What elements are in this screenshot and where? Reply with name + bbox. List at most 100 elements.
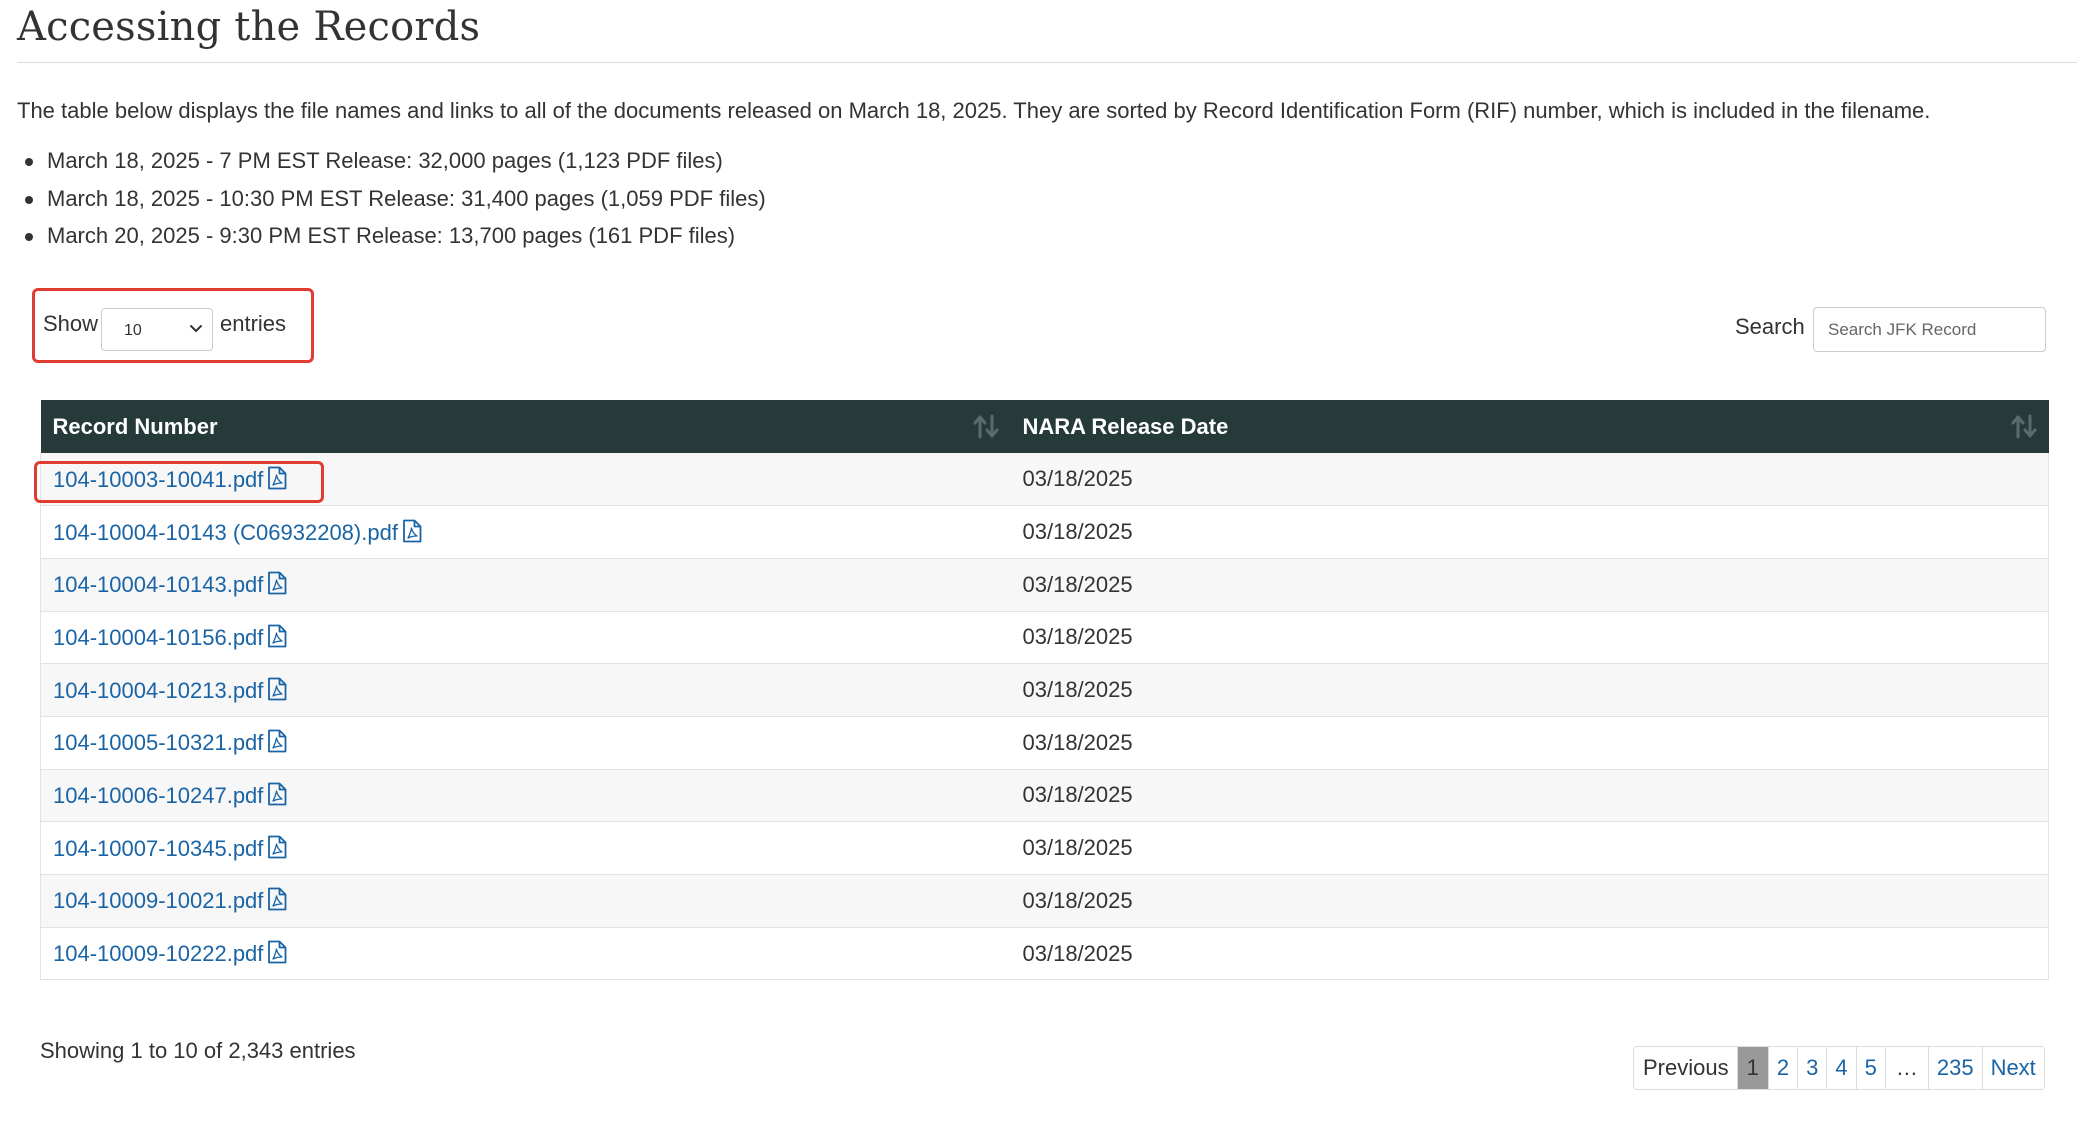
release-text: March 18, 2025 - 10:30 PM EST Release: 3… [47,185,766,211]
pdf-file-icon [268,571,287,595]
pdf-file-icon [268,887,287,911]
intro-text: The table below displays the file names … [17,98,1931,123]
record-link-text: 104-10004-10143.pdf [53,572,264,598]
page-title: Accessing the Records [17,4,481,50]
table-row: 104-10005-10321.pdf 03/18/2025 [40,716,2049,770]
date-cell: 03/18/2025 [1010,453,2049,507]
record-link-text: 104-10009-10021.pdf [53,888,264,914]
pdf-file-icon [403,519,422,542]
chevron-down-icon [190,325,202,332]
record-link-text: 104-10003-10041.pdf [53,466,264,492]
pdf-file-icon [268,729,287,753]
record-cell: 104-10004-10143 (C06932208).pdf [40,505,1011,559]
record-link[interactable]: 104-10009-10021.pdf [53,887,288,914]
record-link-text: 104-10004-10143 (C06932208).pdf [53,519,398,545]
pdf-file-icon [268,677,287,700]
record-link[interactable]: 104-10009-10222.pdf [53,940,288,967]
bullet-icon [25,158,33,166]
release-list: March 18, 2025 - 7 PM EST Release: 32,00… [0,142,766,255]
record-cell: 104-10009-10222.pdf [40,927,1011,981]
record-link[interactable]: 104-10004-10213.pdf [53,677,288,703]
table-row: 104-10006-10247.pdf 03/18/2025 [40,769,2049,823]
entries-select-value: 10 [124,322,142,339]
table-row: 104-10003-10041.pdf 03/18/2025 [40,453,2049,507]
date-cell: 03/18/2025 [1010,505,2049,559]
bullet-icon [25,233,33,241]
page-button-last[interactable]: 235 [1927,1047,1982,1089]
sort-icon [2011,414,2036,439]
record-link-text: 104-10004-10213.pdf [53,677,264,703]
page-button-2[interactable]: 2 [1767,1047,1798,1089]
record-link-text: 104-10005-10321.pdf [53,730,264,756]
column-header-label: Record Number [52,413,218,439]
table-row: 104-10009-10021.pdf 03/18/2025 [40,874,2049,928]
record-cell: 104-10004-10143.pdf [40,558,1011,612]
table-row: 104-10004-10213.pdf 03/18/2025 [40,663,2049,717]
record-link[interactable]: 104-10005-10321.pdf [53,729,288,756]
column-header-label: NARA Release Date [1022,413,1229,439]
page-button-5[interactable]: 5 [1855,1047,1885,1089]
record-link-text: 104-10009-10222.pdf [53,941,264,967]
date-cell: 03/18/2025 [1010,663,2049,717]
record-cell: 104-10006-10247.pdf [40,769,1011,823]
table-row: 104-10009-10222.pdf 03/18/2025 [40,927,2049,981]
record-cell: 104-10009-10021.pdf [40,874,1011,928]
record-link[interactable]: 104-10004-10143.pdf [53,571,288,598]
release-item: March 20, 2025 - 9:30 PM EST Release: 13… [0,217,766,255]
next-page-button[interactable]: Next [1981,1047,2044,1089]
date-cell: 03/18/2025 [1010,821,2049,875]
page-button-1[interactable]: 1 [1736,1047,1768,1089]
page-button-3[interactable]: 3 [1797,1047,1827,1089]
table-row: 104-10007-10345.pdf 03/18/2025 [40,821,2049,875]
record-cell: 104-10005-10321.pdf [40,716,1011,770]
search-label: Search [1735,314,1805,339]
record-link[interactable]: 104-10003-10041.pdf [53,466,288,492]
column-header-record-number[interactable]: Record Number [40,400,1011,453]
page: Accessing the Records The table below di… [0,0,2084,1144]
date-cell: 03/18/2025 [1010,769,2049,823]
search-input[interactable] [1813,307,2046,352]
title-divider [17,62,2077,63]
sort-icon [973,414,998,439]
pdf-file-icon [268,466,287,489]
record-cell: 104-10004-10213.pdf [40,663,1011,717]
record-link[interactable]: 104-10004-10156.pdf [53,624,288,650]
record-link[interactable]: 104-10006-10247.pdf [53,782,288,808]
page-button-4[interactable]: 4 [1826,1047,1856,1089]
pdf-file-icon [268,835,287,859]
record-link-text: 104-10004-10156.pdf [53,624,264,650]
table-row: 104-10004-10143 (C06932208).pdf 03/18/20… [40,505,2049,559]
table-header-row: Record Number NARA Release Date [40,400,2049,453]
table-row: 104-10004-10143.pdf 03/18/2025 [40,558,2049,612]
record-cell: 104-10003-10041.pdf [40,453,1011,507]
record-cell: 104-10007-10345.pdf [40,821,1011,875]
entries-label: entries [220,311,287,336]
record-link-text: 104-10007-10345.pdf [53,835,264,861]
release-item: March 18, 2025 - 10:30 PM EST Release: 3… [0,180,766,218]
pagination-ellipsis: … [1884,1047,1928,1089]
date-cell: 03/18/2025 [1010,927,2049,981]
release-text: March 18, 2025 - 7 PM EST Release: 32,00… [47,148,723,173]
pagination: Previous 1 2 3 4 5 … 235 Next [1633,1046,2045,1090]
record-link[interactable]: 104-10004-10143 (C06932208).pdf [53,519,423,545]
entries-select[interactable]: 10 [101,308,213,351]
pdf-file-icon [268,782,287,806]
release-text: March 20, 2025 - 9:30 PM EST Release: 13… [47,223,736,248]
pdf-file-icon [268,940,287,964]
table-info: Showing 1 to 10 of 2,343 entries [40,1038,356,1063]
date-cell: 03/18/2025 [1010,611,2049,665]
table-row: 104-10004-10156.pdf 03/18/2025 [40,611,2049,665]
entries-length-control: Show 10 entries [32,288,314,363]
release-item: March 18, 2025 - 7 PM EST Release: 32,00… [0,142,766,180]
pdf-file-icon [268,624,287,648]
bullet-icon [25,195,33,204]
date-cell: 03/18/2025 [1010,874,2049,928]
record-link[interactable]: 104-10007-10345.pdf [53,835,288,861]
record-cell: 104-10004-10156.pdf [40,611,1011,665]
date-cell: 03/18/2025 [1010,558,2049,612]
records-table: Record Number NARA Release Date 104-1000… [40,400,2049,981]
date-cell: 03/18/2025 [1010,716,2049,770]
show-label: Show [43,311,99,336]
column-header-release-date[interactable]: NARA Release Date [1010,400,2049,453]
previous-page-button[interactable]: Previous [1634,1047,1737,1089]
